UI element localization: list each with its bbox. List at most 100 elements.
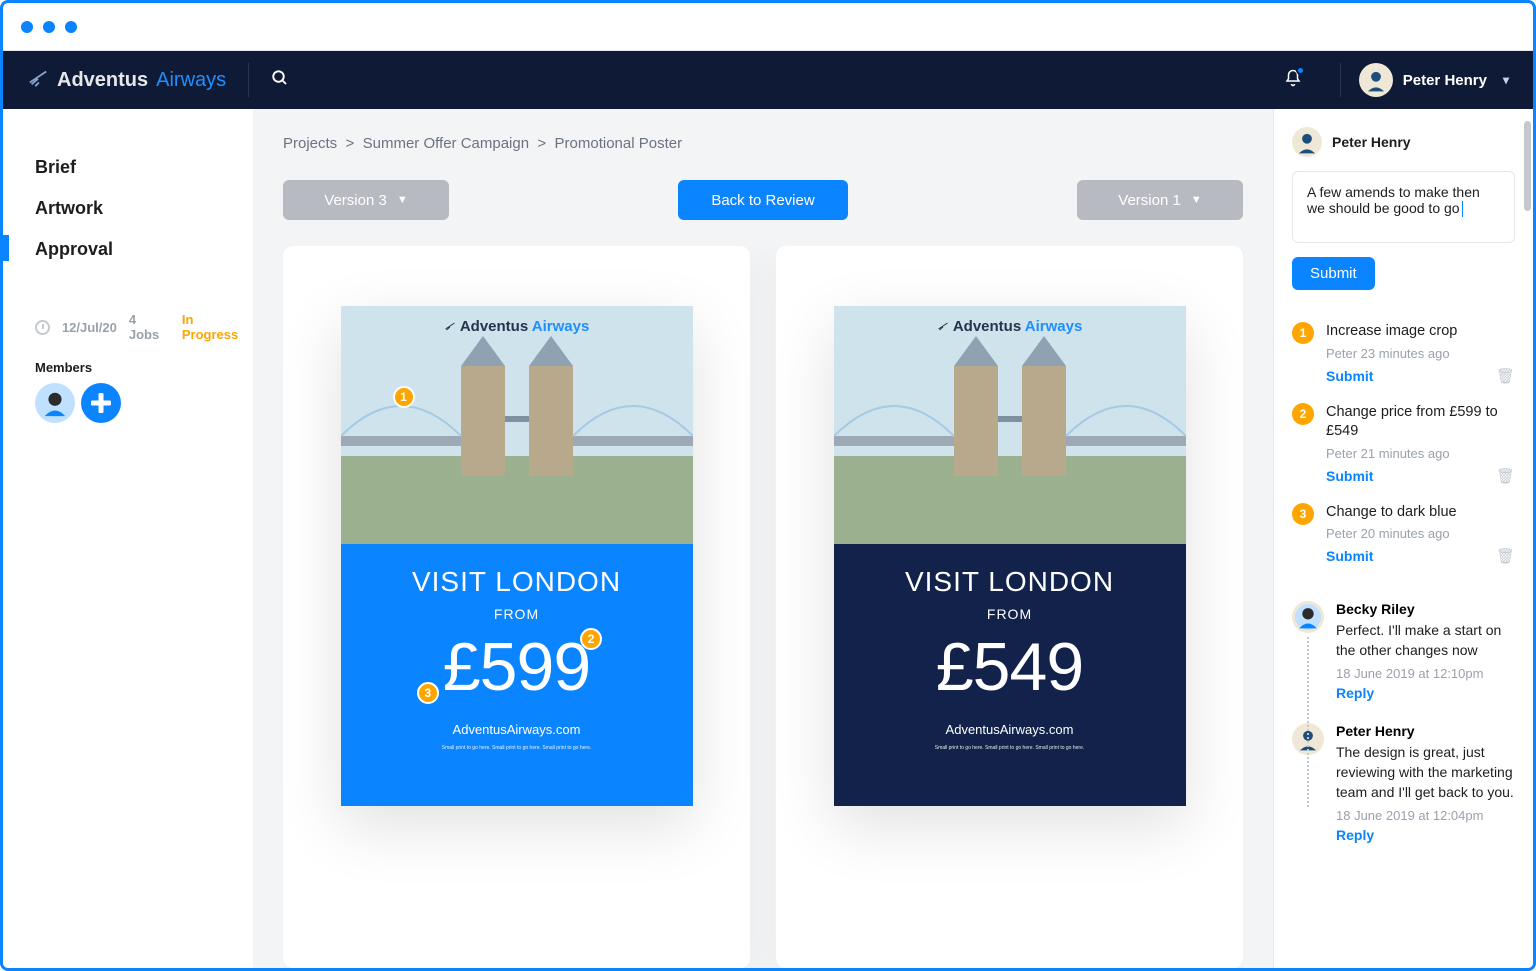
poster-title: VISIT LONDON	[412, 566, 621, 598]
version-right-label: Version 1	[1118, 192, 1181, 209]
poster-right[interactable]: Adventus Airways VISIT LONDON FROM £549 …	[834, 306, 1186, 806]
thread-comment: Becky Riley Perfect. I'll make a start o…	[1292, 601, 1515, 701]
artwork-card-left: Adventus Airways 1 VISIT LONDON FROM £59…	[283, 246, 750, 968]
breadcrumb-item[interactable]: Promotional Poster	[555, 135, 683, 152]
sidebar-item-brief[interactable]: Brief	[35, 147, 253, 188]
comment-draft-text: A few amends to make then we should be g…	[1307, 184, 1480, 216]
back-to-review-label: Back to Review	[711, 192, 814, 209]
amend-badge[interactable]: 3	[1292, 503, 1314, 525]
poster-image-right: Adventus Airways	[834, 306, 1186, 544]
amend-meta: Peter 23 minutes ago	[1326, 346, 1515, 361]
comments-panel: Peter Henry A few amends to make then we…	[1273, 109, 1533, 968]
brand-logo[interactable]: Adventus Airways	[27, 66, 226, 94]
thread-meta: 18 June 2019 at 12:04pm	[1336, 808, 1515, 823]
amend-item: 1 Increase image crop Peter 23 minutes a…	[1292, 322, 1515, 385]
sidebar: Brief Artwork Approval 12/Jul/20 4 Jobs …	[3, 109, 253, 968]
poster-left[interactable]: Adventus Airways 1 VISIT LONDON FROM £59…	[341, 306, 693, 806]
titlebar	[3, 3, 1533, 51]
sidebar-item-artwork[interactable]: Artwork	[35, 188, 253, 229]
trash-icon[interactable]: 🗑	[1496, 547, 1515, 565]
text-cursor	[1462, 201, 1463, 217]
avatar	[1359, 63, 1393, 97]
amend-badge[interactable]: 1	[1292, 322, 1314, 344]
members-label: Members	[35, 360, 253, 375]
clock-icon	[35, 320, 50, 335]
members-list	[35, 383, 253, 423]
comment-input[interactable]: A few amends to make then we should be g…	[1292, 171, 1515, 243]
avatar	[1292, 723, 1324, 755]
body: Brief Artwork Approval 12/Jul/20 4 Jobs …	[3, 109, 1533, 968]
amends-list: 1 Increase image crop Peter 23 minutes a…	[1292, 322, 1515, 565]
poster-from: FROM	[494, 606, 539, 622]
poster-smallprint: Small print to go here. Small print to g…	[935, 745, 1085, 751]
scrollbar-thumb[interactable]	[1524, 121, 1531, 211]
artwork-card-right: Adventus Airways VISIT LONDON FROM £549 …	[776, 246, 1243, 968]
plane-icon	[27, 66, 49, 94]
amend-title: Increase image crop	[1326, 322, 1515, 342]
project-jobs: 4 Jobs	[129, 312, 170, 342]
avatar	[1292, 601, 1324, 633]
notifications-bell-icon[interactable]	[1284, 69, 1302, 92]
poster-smallprint: Small print to go here. Small print to g…	[442, 745, 592, 751]
poster-title: VISIT LONDON	[905, 566, 1114, 598]
amend-meta: Peter 21 minutes ago	[1326, 446, 1515, 461]
amend-submit-link[interactable]: Submit	[1326, 548, 1373, 564]
window-dot[interactable]	[43, 21, 55, 33]
chevron-down-icon: ▼	[397, 194, 408, 206]
amend-badge[interactable]: 2	[1292, 403, 1314, 425]
poster-brand: Adventus Airways	[834, 318, 1186, 335]
user-menu[interactable]: Peter Henry ▾	[1359, 63, 1509, 97]
amend-submit-link[interactable]: Submit	[1326, 468, 1373, 484]
version-left-label: Version 3	[324, 192, 387, 209]
amend-meta: Peter 20 minutes ago	[1326, 526, 1515, 541]
poster-image-left: Adventus Airways 1	[341, 306, 693, 544]
reply-link[interactable]: Reply	[1336, 827, 1515, 843]
comment-author: Peter Henry	[1292, 127, 1515, 157]
project-meta: 12/Jul/20 4 Jobs In Progress	[35, 312, 253, 342]
poster-from: FROM	[987, 606, 1032, 622]
divider	[1340, 63, 1341, 97]
bridge-illustration	[341, 306, 693, 544]
breadcrumb-item[interactable]: Summer Offer Campaign	[363, 135, 529, 152]
chevron-down-icon: ▼	[1191, 194, 1202, 206]
reply-link[interactable]: Reply	[1336, 685, 1515, 701]
comparison-row: Adventus Airways 1 VISIT LONDON FROM £59…	[283, 246, 1243, 968]
window-dot[interactable]	[65, 21, 77, 33]
trash-icon[interactable]: 🗑	[1496, 467, 1515, 485]
back-to-review-button[interactable]: Back to Review	[678, 180, 848, 220]
annotation-marker-2[interactable]: 2	[580, 628, 602, 650]
sidebar-item-approval[interactable]: Approval	[35, 229, 253, 270]
bridge-illustration	[834, 306, 1186, 544]
user-name: Peter Henry	[1403, 72, 1487, 89]
poster-url: AdventusAirways.com	[946, 722, 1074, 737]
member-avatar[interactable]	[35, 383, 75, 423]
version-select-right[interactable]: Version 1 ▼	[1077, 180, 1243, 220]
poster-price: £549	[936, 628, 1083, 706]
search-icon[interactable]	[271, 69, 289, 92]
project-status: In Progress	[182, 312, 253, 342]
amend-submit-link[interactable]: Submit	[1326, 368, 1373, 384]
thread-meta: 18 June 2019 at 12:10pm	[1336, 666, 1515, 681]
annotation-marker-1[interactable]: 1	[393, 386, 415, 408]
brand-part1: Adventus	[57, 69, 148, 92]
amend-title: Change price from £599 to £549	[1326, 403, 1515, 442]
submit-comment-button[interactable]: Submit	[1292, 257, 1375, 290]
project-date: 12/Jul/20	[62, 320, 117, 335]
annotation-marker-3[interactable]: 3	[417, 682, 439, 704]
version-controls: Version 3 ▼ Back to Review Version 1 ▼	[283, 180, 1243, 220]
add-member-button[interactable]	[81, 383, 121, 423]
poster-panel-left: VISIT LONDON FROM £599 2 3 AdventusAirwa…	[341, 544, 693, 806]
version-select-left[interactable]: Version 3 ▼	[283, 180, 449, 220]
window-dot[interactable]	[21, 21, 33, 33]
amend-item: 2 Change price from £599 to £549 Peter 2…	[1292, 403, 1515, 485]
poster-url: AdventusAirways.com	[453, 722, 581, 737]
breadcrumb: Projects > Summer Offer Campaign > Promo…	[283, 135, 1243, 152]
poster-price: £599	[443, 628, 590, 706]
divider	[248, 63, 249, 97]
trash-icon[interactable]: 🗑	[1496, 367, 1515, 385]
comment-author-name: Peter Henry	[1332, 134, 1411, 150]
thread-text: Perfect. I'll make a start on the other …	[1336, 621, 1515, 660]
poster-panel-right: VISIT LONDON FROM £549 AdventusAirways.c…	[834, 544, 1186, 806]
brand-part2: Airways	[156, 69, 226, 92]
breadcrumb-item[interactable]: Projects	[283, 135, 337, 152]
